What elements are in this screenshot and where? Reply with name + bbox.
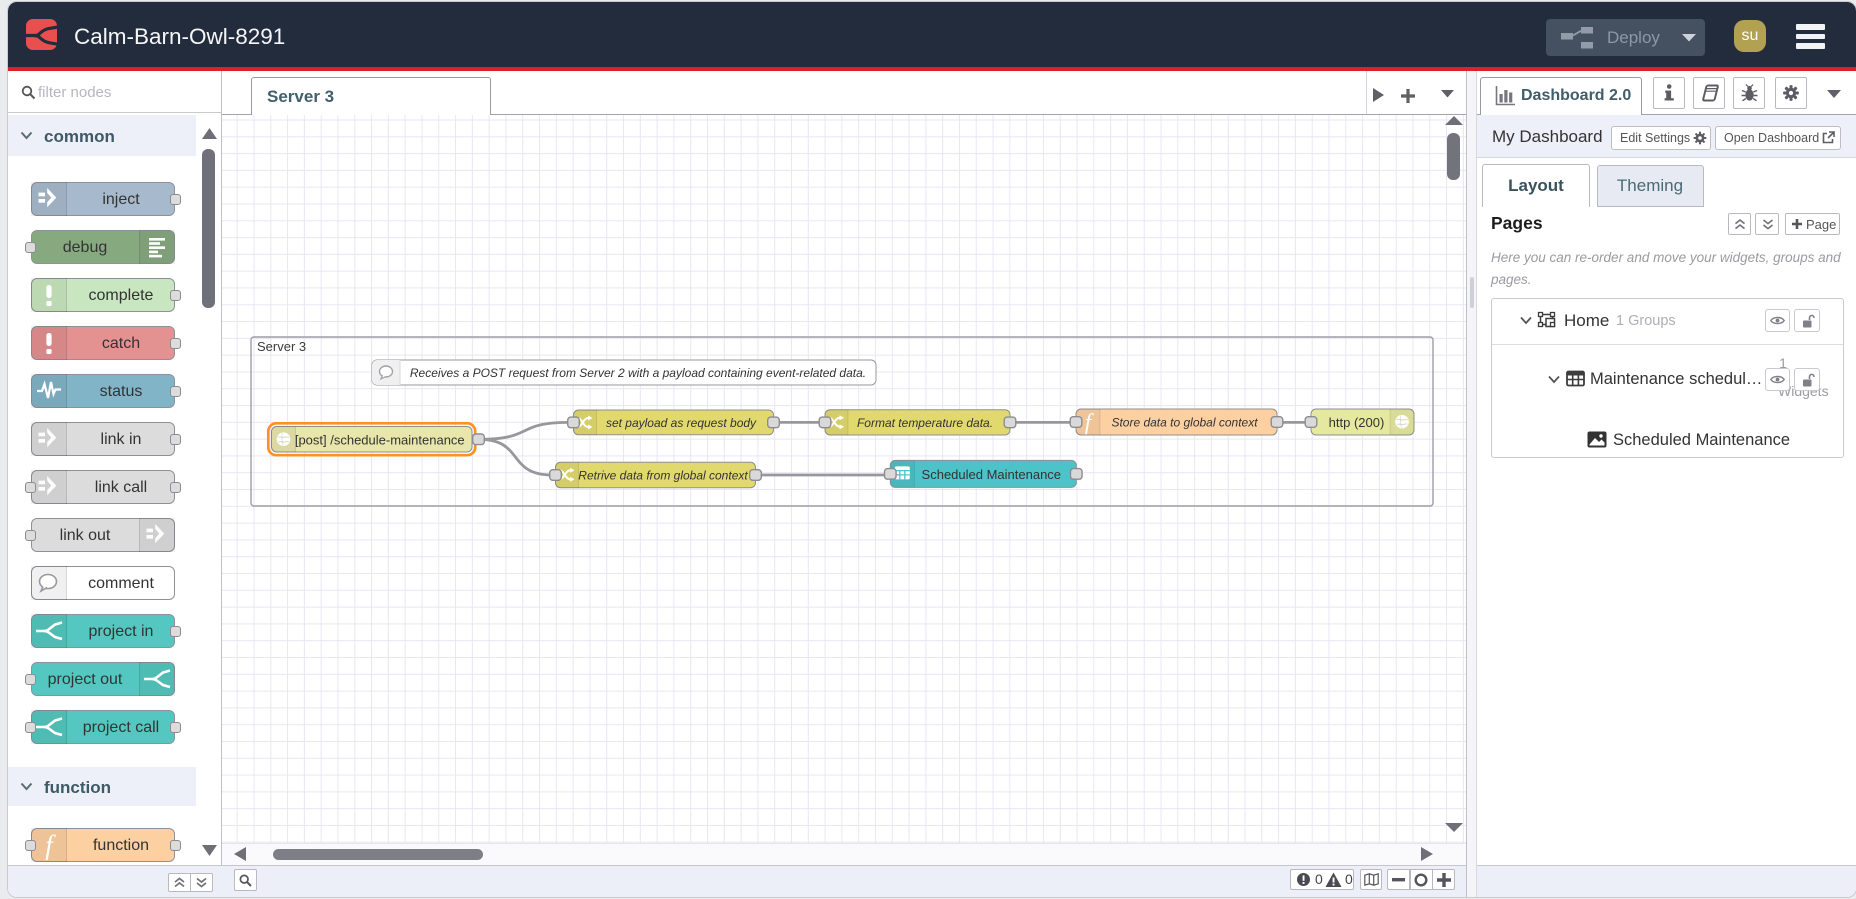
svg-text:Server 3: Server 3 [257,339,306,354]
svg-text:http (200): http (200) [1329,415,1385,430]
svg-text:Scheduled Maintenance: Scheduled Maintenance [922,467,1062,482]
svg-text:Receives a POST request from S: Receives a POST request from Server 2 wi… [410,366,866,380]
svg-text:Format temperature data.: Format temperature data. [857,416,993,430]
svg-text:f: f [45,830,56,860]
svg-text:Retrive data from global conte: Retrive data from global context [578,469,748,483]
svg-text:Store data to global context: Store data to global context [1111,416,1258,430]
svg-text:set payload as request body: set payload as request body [606,416,757,430]
svg-text:[post] /schedule-maintenance: [post] /schedule-maintenance [295,432,465,447]
